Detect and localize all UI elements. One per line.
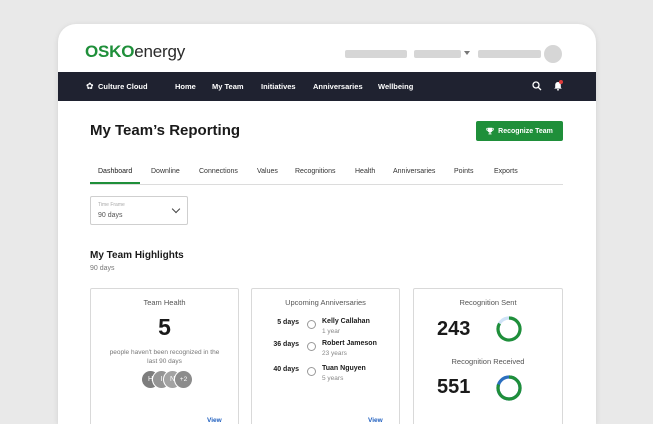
tab-recognitions[interactable]: Recognitions xyxy=(295,168,335,175)
notification-dot xyxy=(559,80,563,84)
team-health-title: Team Health xyxy=(143,298,186,307)
recognition-received-title: Recognition Received xyxy=(451,357,525,366)
timeframe-label: Time Frame xyxy=(98,202,125,208)
recognize-team-label: Recognize Team xyxy=(498,127,553,135)
cloud-gear-icon: ✿ xyxy=(86,81,94,91)
recognition-received-ring-icon xyxy=(496,375,522,401)
tab-exports[interactable]: Exports xyxy=(494,168,518,175)
list-item[interactable]: 36 days Robert Jameson 23 years xyxy=(252,339,399,363)
brand-logo-bold: OSKO xyxy=(85,42,135,61)
radio-icon[interactable] xyxy=(307,320,316,329)
account-placeholder-1 xyxy=(345,50,407,58)
tab-values[interactable]: Values xyxy=(257,168,278,175)
team-health-view-link[interactable]: View xyxy=(207,417,222,424)
recognition-sent-title: Recognition Sent xyxy=(459,298,517,307)
anniversary-name: Robert Jameson xyxy=(322,340,377,347)
anniversary-name: Kelly Callahan xyxy=(322,318,370,325)
anniversary-name: Tuan Nguyen xyxy=(322,365,366,372)
anniversary-years: 1 year xyxy=(322,328,341,335)
account-placeholder-3 xyxy=(478,50,541,58)
account-placeholder-2 xyxy=(414,50,461,58)
tab-downline[interactable]: Downline xyxy=(151,168,180,175)
timeframe-select[interactable]: Time Frame 90 days xyxy=(90,196,188,225)
recognition-sent-ring-icon xyxy=(496,316,522,342)
nav-item-initiatives[interactable]: Initiatives xyxy=(261,82,296,91)
anniversary-days: 5 days xyxy=(277,319,299,326)
tab-health[interactable]: Health xyxy=(355,168,375,175)
tab-dashboard[interactable]: Dashboard xyxy=(98,168,132,175)
team-health-description: people haven't been recognized in the la… xyxy=(109,349,220,365)
app-window: OSKOenergy ✿ Culture Cloud Home My Team … xyxy=(58,24,596,424)
highlights-subtitle: 90 days xyxy=(90,265,115,272)
active-tab-indicator xyxy=(90,182,140,184)
anniversary-days: 36 days xyxy=(273,341,299,348)
anniversaries-view-link[interactable]: View xyxy=(368,417,383,424)
search-icon[interactable] xyxy=(532,81,542,91)
anniversaries-title: Upcoming Anniversaries xyxy=(285,298,366,307)
radio-icon[interactable] xyxy=(307,367,316,376)
anniversary-days: 40 days xyxy=(273,366,299,373)
trophy-icon xyxy=(486,127,494,135)
main-nav: ✿ Culture Cloud Home My Team Initiatives… xyxy=(58,72,596,101)
timeframe-value: 90 days xyxy=(98,212,123,219)
anniversary-years: 5 years xyxy=(322,375,344,382)
more-avatars-badge[interactable]: +2 xyxy=(174,370,193,389)
chevron-down-icon[interactable] xyxy=(464,51,470,55)
nav-item-wellbeing[interactable]: Wellbeing xyxy=(378,82,413,91)
radio-icon[interactable] xyxy=(307,342,316,351)
chevron-down-icon xyxy=(171,204,181,214)
team-health-value: 5 xyxy=(158,314,171,340)
recognize-team-button[interactable]: Recognize Team xyxy=(476,121,563,141)
tab-anniversaries[interactable]: Anniversaries xyxy=(393,168,435,175)
list-item[interactable]: 40 days Tuan Nguyen 5 years xyxy=(252,364,399,388)
brand-logo[interactable]: OSKOenergy xyxy=(85,42,185,62)
highlights-title: My Team Highlights xyxy=(90,250,184,261)
page-title: My Team’s Reporting xyxy=(90,122,241,139)
anniversary-years: 23 years xyxy=(322,350,347,357)
report-tabs: Dashboard Downline Connections Values Re… xyxy=(90,165,563,185)
tab-points[interactable]: Points xyxy=(454,168,473,175)
tab-connections[interactable]: Connections xyxy=(199,168,238,175)
nav-item-my-team[interactable]: My Team xyxy=(212,82,244,91)
nav-item-home[interactable]: Home xyxy=(175,82,196,91)
nav-item-anniversaries[interactable]: Anniversaries xyxy=(313,82,363,91)
nav-brand[interactable]: Culture Cloud xyxy=(98,82,148,91)
recognition-received-value: 551 xyxy=(437,376,471,398)
brand-logo-rest: energy xyxy=(134,42,186,61)
avatar[interactable] xyxy=(544,45,562,63)
recognition-sent-value: 243 xyxy=(437,318,471,340)
top-bar: OSKOenergy xyxy=(58,24,596,72)
list-item[interactable]: 5 days Kelly Callahan 1 year xyxy=(252,317,399,341)
